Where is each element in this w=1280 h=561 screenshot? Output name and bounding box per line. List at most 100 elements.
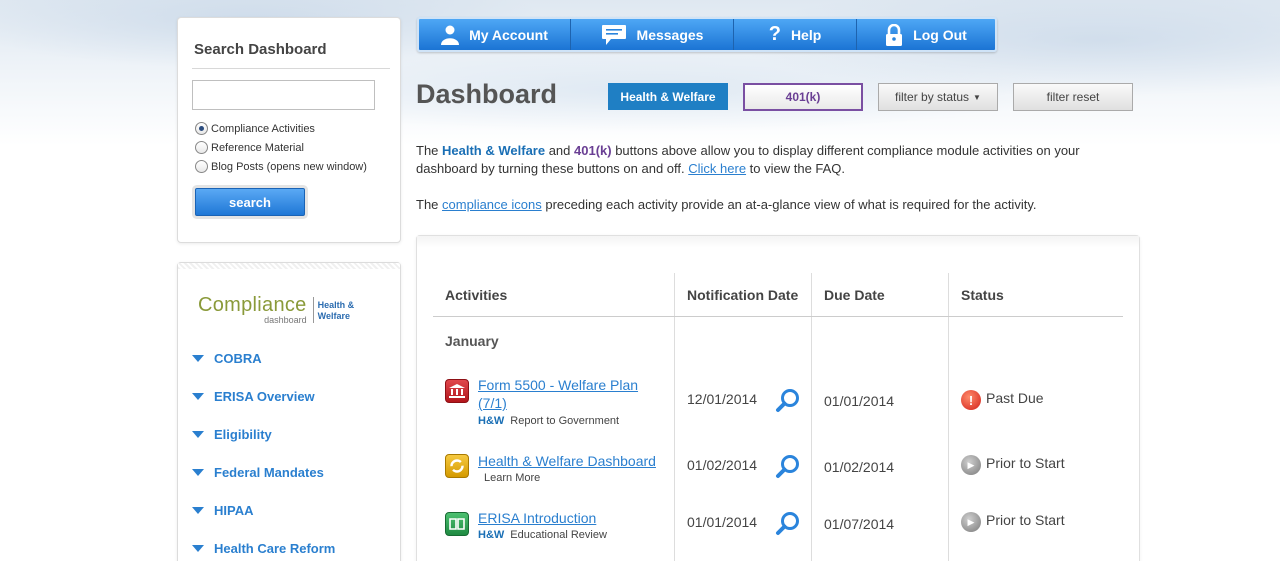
compliance-dashboard-logo: Compliance dashboard Health & Welfare xyxy=(198,295,354,325)
logo-hw-line2: Welfare xyxy=(317,311,350,321)
refresh-cycle-icon xyxy=(445,454,469,478)
panel-stripe xyxy=(178,263,400,269)
caret-down-icon: ▼ xyxy=(973,92,981,102)
column-header-status[interactable]: Status xyxy=(961,287,1004,303)
radio-button[interactable] xyxy=(195,141,208,154)
chevron-down-icon xyxy=(192,507,204,514)
activity-type: Educational Review xyxy=(510,529,607,541)
month-label: January xyxy=(445,333,499,349)
health-welfare-filter-button[interactable]: Health & Welfare xyxy=(608,83,728,110)
compliance-icons-link[interactable]: compliance icons xyxy=(442,197,542,212)
logo-compliance-text: Compliance xyxy=(198,294,307,316)
chevron-down-icon xyxy=(192,545,204,552)
faq-link[interactable]: Click here xyxy=(688,161,746,176)
sidebar-item-label: Health Care Reform xyxy=(214,541,336,556)
text: The xyxy=(416,143,443,158)
header-divider xyxy=(433,316,1123,317)
module-tag: H&W xyxy=(478,415,505,427)
magnifier-icon[interactable] xyxy=(775,511,801,537)
magnifier-icon[interactable] xyxy=(775,388,801,414)
radio-compliance-activities[interactable]: Compliance Activities xyxy=(195,122,315,135)
menu-my-account[interactable]: My Account xyxy=(419,19,571,50)
text: preceding each activity provide an at-a-… xyxy=(541,197,1037,212)
book-icon xyxy=(445,512,469,536)
sidebar-item-label: HIPAA xyxy=(214,503,254,518)
search-panel: Search Dashboard Compliance Activities R… xyxy=(177,17,401,243)
activity-link-health-welfare-dashboard[interactable]: Health & Welfare Dashboard xyxy=(478,452,718,470)
user-icon xyxy=(441,25,460,45)
notification-date: 01/01/2014 xyxy=(687,514,758,530)
logo-hw-line1: Health & xyxy=(317,300,355,310)
column-header-activities[interactable]: Activities xyxy=(445,287,507,303)
radio-reference-material[interactable]: Reference Material xyxy=(195,141,304,154)
alert-icon: ! xyxy=(961,390,981,410)
intro-paragraph: The Health & Welfare and 401(k) buttons … xyxy=(416,142,1136,178)
lock-icon xyxy=(886,23,903,46)
activity-type: Report to Government xyxy=(510,415,620,427)
chevron-down-icon xyxy=(192,393,204,400)
radio-button[interactable] xyxy=(195,160,208,173)
401k-filter-button[interactable]: 401(k) xyxy=(743,83,863,111)
activities-table: Activities Notification Date Due Date St… xyxy=(416,235,1140,561)
sidebar-item-eligibility[interactable]: Eligibility xyxy=(192,427,272,442)
column-header-due-date[interactable]: Due Date xyxy=(824,287,885,303)
status-text: Prior to Start xyxy=(986,512,1065,528)
due-date: 01/01/2014 xyxy=(824,393,895,409)
notification-date: 01/02/2014 xyxy=(687,457,758,473)
activity-link-erisa-introduction[interactable]: ERISA Introduction xyxy=(478,509,653,527)
notification-date: 12/01/2014 xyxy=(687,391,758,407)
chevron-down-icon xyxy=(192,431,204,438)
activity-subtitle: H&W Educational Review xyxy=(478,529,607,541)
hw-highlight: Health & Welfare xyxy=(442,143,546,158)
search-input[interactable] xyxy=(192,80,375,110)
magnifier-icon[interactable] xyxy=(775,454,801,480)
divider xyxy=(192,68,390,69)
menu-label: My Account xyxy=(469,26,548,43)
401k-highlight: 401(k) xyxy=(574,143,612,158)
sidebar-item-label: Federal Mandates xyxy=(214,465,324,480)
sidebar-item-federal-mandates[interactable]: Federal Mandates xyxy=(192,465,324,480)
menu-label: Help xyxy=(790,26,822,43)
menu-label: Log Out xyxy=(913,26,967,43)
menu-messages[interactable]: Messages xyxy=(571,19,734,50)
activity-subtitle: H&W Report to Government xyxy=(478,415,619,427)
filter-status-label: filter by status xyxy=(895,90,970,104)
top-menu: My Account Messages ? Help Log Out xyxy=(417,17,997,52)
sidebar-item-label: Eligibility xyxy=(214,427,272,442)
page-title: Dashboard xyxy=(416,79,558,109)
module-tag: H&W xyxy=(478,529,505,541)
sidebar-item-label: ERISA Overview xyxy=(214,389,315,404)
radio-blog-posts[interactable]: Blog Posts (opens new window) xyxy=(195,160,367,173)
due-date: 01/02/2014 xyxy=(824,459,895,475)
government-building-icon xyxy=(445,379,469,403)
search-title: Search Dashboard xyxy=(194,41,327,58)
filter-by-status-dropdown[interactable]: filter by status ▼ xyxy=(878,83,998,111)
activity-link-form-5500[interactable]: Form 5500 - Welfare Plan (7/1) xyxy=(478,376,653,412)
search-button[interactable]: search xyxy=(195,188,305,216)
menu-help[interactable]: ? Help xyxy=(734,19,857,50)
sidebar-item-label: COBRA xyxy=(214,351,262,366)
status-text: Prior to Start xyxy=(986,455,1065,471)
due-date: 01/07/2014 xyxy=(824,516,895,532)
radio-button[interactable] xyxy=(195,122,208,135)
column-header-notification-date[interactable]: Notification Date xyxy=(687,287,798,303)
text: The xyxy=(416,197,443,212)
filter-reset-button[interactable]: filter reset xyxy=(1013,83,1133,111)
logo-dashboard-text: dashboard xyxy=(264,315,307,325)
text: to view the FAQ. xyxy=(746,161,846,176)
chevron-down-icon xyxy=(192,469,204,476)
panel-top-shade xyxy=(417,236,1139,248)
sidebar-item-erisa-overview[interactable]: ERISA Overview xyxy=(192,389,315,404)
question-icon: ? xyxy=(768,23,781,45)
status-text: Past Due xyxy=(986,390,1044,406)
menu-label: Messages xyxy=(636,26,704,43)
radio-label: Reference Material xyxy=(211,141,304,154)
sidebar-item-hipaa[interactable]: HIPAA xyxy=(192,503,253,518)
icons-paragraph: The compliance icons preceding each acti… xyxy=(416,196,1136,214)
sidebar-item-cobra[interactable]: COBRA xyxy=(192,351,262,366)
sidebar-item-health-care-reform[interactable]: Health Care Reform xyxy=(192,541,335,556)
radio-label: Blog Posts (opens new window) xyxy=(211,160,367,173)
activity-type: Learn More xyxy=(484,472,541,484)
next-icon: ▶ xyxy=(961,512,981,532)
menu-log-out[interactable]: Log Out xyxy=(857,19,995,50)
